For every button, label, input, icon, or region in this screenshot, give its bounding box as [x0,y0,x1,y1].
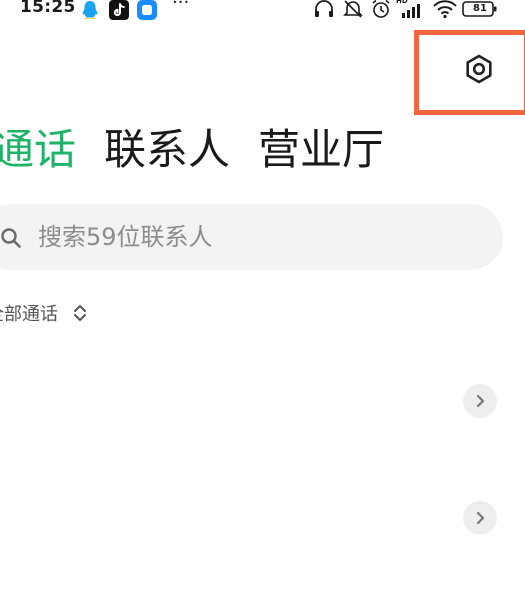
headphone-icon [313,0,335,23]
search-icon [0,227,22,253]
tab-bar: 通话 联系人 营业厅 [0,122,384,178]
mute-bell-icon [342,0,364,23]
tab-service-hall[interactable]: 营业厅 [258,122,384,178]
chevron-right-icon[interactable] [463,501,497,535]
wifi-icon [432,0,458,23]
phone-screen: 15:25 ··· HD 81 通话 联系人 营业厅 搜索59位联系人 部通话 [0,0,525,600]
battery-level: 81 [473,3,487,14]
more-notifications-icon: ··· [172,0,190,13]
highlight-box [414,30,525,115]
search-input[interactable] [38,217,438,257]
signal-icon [400,0,424,23]
tab-contacts[interactable]: 联系人 [104,122,230,178]
tiktok-icon [109,0,129,24]
status-time: 15:25 [20,0,76,17]
call-list-item[interactable] [0,346,525,456]
search-bar[interactable] [0,204,503,270]
chevron-right-icon[interactable] [463,384,497,418]
filter-label: 全部通话 [0,304,58,325]
chevron-up-down-icon [73,304,87,322]
alarm-icon [370,0,392,23]
tab-calls[interactable]: 通话 [0,122,76,178]
call-filter-dropdown[interactable]: 全部通话 [0,300,87,326]
qq-icon [80,0,100,24]
call-list-item[interactable] [0,463,525,573]
message-icon [137,0,157,24]
